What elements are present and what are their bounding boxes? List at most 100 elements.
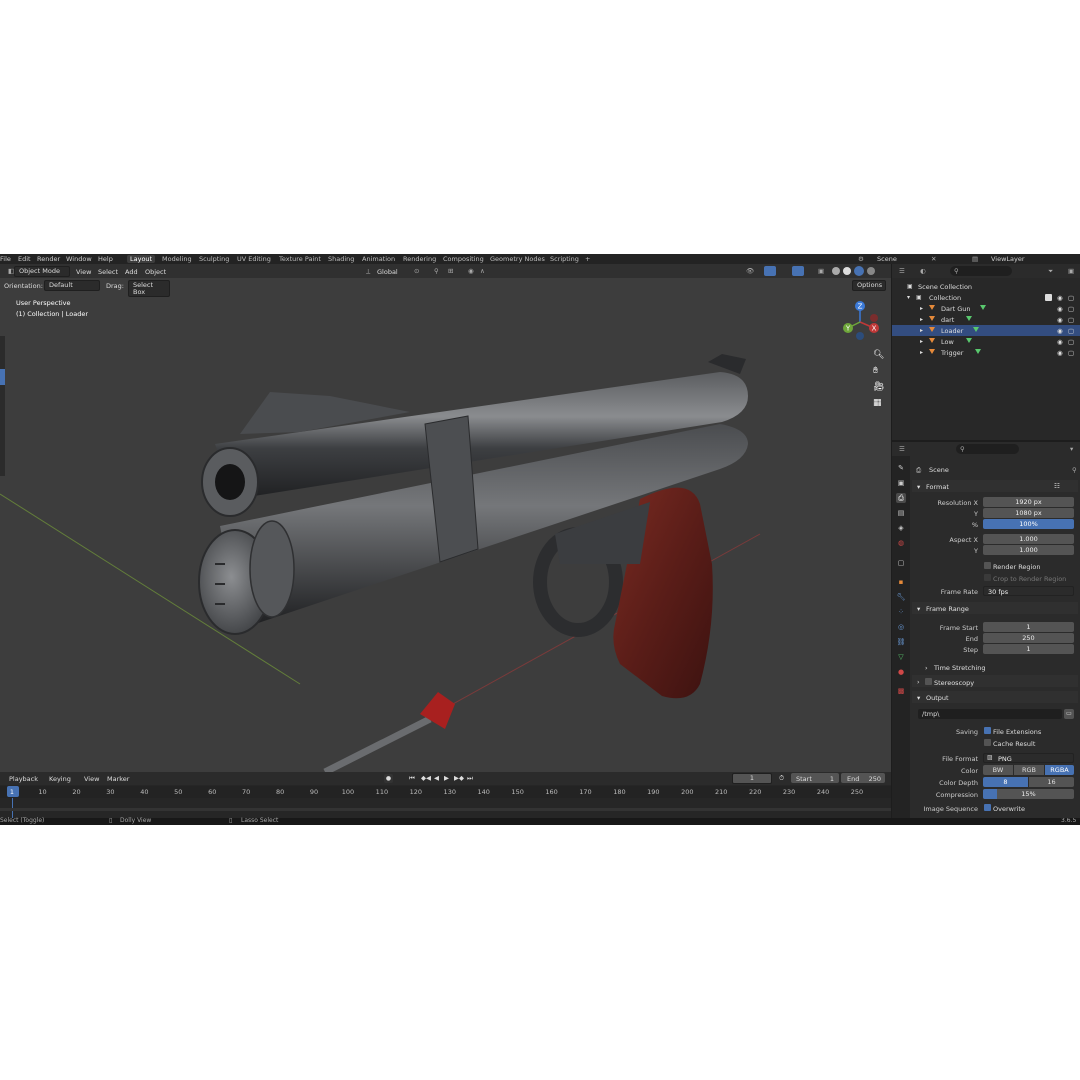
color-rgb-button[interactable]: RGB xyxy=(1014,765,1044,775)
file-extensions-checkbox[interactable] xyxy=(984,727,991,734)
editor-type-icon[interactable]: ☰ xyxy=(899,267,905,275)
rendered-shading-icon[interactable] xyxy=(867,267,875,275)
viewlayer-selector[interactable]: ViewLayer xyxy=(991,255,1025,263)
frame-end-field[interactable]: 250 xyxy=(983,633,1074,643)
eye-icon[interactable]: ◉ xyxy=(1057,294,1063,302)
jump-end-icon[interactable]: ⏭ xyxy=(467,774,473,783)
frame-start-field[interactable]: 1 xyxy=(983,622,1074,632)
tab-geometry-nodes[interactable]: Geometry Nodes xyxy=(490,255,545,263)
eye-icon[interactable]: ◉ xyxy=(1057,349,1063,357)
presets-icon[interactable]: ☷ xyxy=(1054,482,1060,490)
scene-icon[interactable]: ⚙ xyxy=(858,255,864,263)
render-region-checkbox[interactable] xyxy=(984,562,991,569)
close-scene-icon[interactable]: ✕ xyxy=(931,255,936,263)
aspect-y-field[interactable]: 1.000 xyxy=(983,545,1074,555)
tab-animation[interactable]: Animation xyxy=(362,255,395,263)
constraints-tab-icon[interactable]: ⛓ xyxy=(896,637,906,647)
particles-tab-icon[interactable]: ⁘ xyxy=(896,607,906,617)
compression-slider[interactable]: 15% xyxy=(983,789,1074,799)
frame-rate-dropdown[interactable]: 30 fps xyxy=(983,586,1074,596)
outliner-row-collection[interactable]: ▾ ▣ Collection ◉ ▢ xyxy=(892,292,1080,303)
outliner-row-trigger[interactable]: ▸ Trigger ◉ ▢ xyxy=(892,347,1080,358)
tab-sculpting[interactable]: Sculpting xyxy=(199,255,229,263)
left-toolbar[interactable] xyxy=(0,336,5,476)
eye-icon[interactable]: ◉ xyxy=(1057,338,1063,346)
tab-compositing[interactable]: Compositing xyxy=(443,255,484,263)
drag-dropdown[interactable]: Select Box xyxy=(128,280,170,297)
eye-icon[interactable]: ◉ xyxy=(1057,327,1063,335)
menu-edit[interactable]: Edit xyxy=(18,255,31,263)
active-tool-button[interactable] xyxy=(0,369,5,385)
viewlayer-icon[interactable]: ▤ xyxy=(972,255,978,263)
transform-orientation-dropdown[interactable]: Global xyxy=(377,268,398,276)
data-tab-icon[interactable]: ▽ xyxy=(896,652,906,662)
tool-tab-icon[interactable]: ✎ xyxy=(896,463,906,473)
scene-selector[interactable]: Scene xyxy=(877,255,897,263)
gizmo-toggle-button[interactable] xyxy=(764,266,776,276)
stereoscopy-checkbox[interactable] xyxy=(925,678,932,685)
menu-object[interactable]: Object xyxy=(145,268,166,276)
texture-tab-icon[interactable]: ▩ xyxy=(896,686,906,696)
visibility-icon[interactable]: 👁 xyxy=(746,267,754,275)
tab-scripting[interactable]: Scripting xyxy=(550,255,579,263)
overlay-toggle-button[interactable] xyxy=(792,266,804,276)
material-shading-icon[interactable] xyxy=(854,266,864,276)
exclude-checkbox[interactable] xyxy=(1045,294,1052,301)
tab-rendering[interactable]: Rendering xyxy=(403,255,436,263)
editor-type-icon[interactable]: ☰ xyxy=(899,445,905,453)
next-keyframe-icon[interactable]: ▶◆ xyxy=(454,774,464,782)
tab-uv-editing[interactable]: UV Editing xyxy=(237,255,271,263)
resolution-percent-field[interactable]: 100% xyxy=(983,519,1074,529)
resolution-x-field[interactable]: 1920 px xyxy=(983,497,1074,507)
play-icon[interactable]: ▶ xyxy=(444,774,449,782)
object-tab-icon[interactable]: ▪ xyxy=(896,577,906,587)
folder-icon[interactable]: ▭ xyxy=(1064,709,1074,719)
navigation-gizmo[interactable]: Z X Y xyxy=(836,298,884,346)
add-workspace-button[interactable]: + xyxy=(585,255,590,263)
proportional-edit-icon[interactable]: ◉ xyxy=(468,267,474,275)
record-button[interactable]: ● xyxy=(384,774,393,783)
tab-layout[interactable]: Layout xyxy=(127,255,156,263)
timeline-scrollbar[interactable] xyxy=(0,808,891,811)
world-tab-icon[interactable]: ◍ xyxy=(896,538,906,548)
render-icon[interactable]: ▢ xyxy=(1068,327,1074,335)
display-mode-icon[interactable]: ◐ xyxy=(920,267,926,275)
prev-keyframe-icon[interactable]: ◆◀ xyxy=(421,774,431,782)
camera-icon[interactable]: 🎥︎ xyxy=(873,382,884,392)
menu-help[interactable]: Help xyxy=(98,255,113,263)
3d-viewport[interactable]: ◧ Object Mode View Select Add Object ⟂ G… xyxy=(0,264,891,772)
render-icon[interactable]: ▢ xyxy=(1068,294,1074,302)
start-frame-field[interactable]: Start 1 xyxy=(791,773,839,783)
crop-region-checkbox[interactable] xyxy=(984,574,991,581)
properties-search-input[interactable] xyxy=(956,444,1019,454)
falloff-icon[interactable]: ∧ xyxy=(480,267,485,275)
jump-start-icon[interactable]: ⏮ xyxy=(409,774,415,783)
chevron-right-icon[interactable]: ▸ xyxy=(920,305,923,312)
frame-ruler[interactable]: 1 10 20 30 40 50 60 70 80 90 100 110 120 130 140 150 160… xyxy=(0,786,891,798)
new-collection-icon[interactable]: ▣ xyxy=(1068,267,1074,275)
chevron-right-icon[interactable]: ▸ xyxy=(920,349,923,356)
color-depth-16-button[interactable]: 16 xyxy=(1029,777,1074,787)
time-stretching-panel-title[interactable]: Time Stretching xyxy=(934,664,985,672)
chevron-down-icon[interactable]: ▾ xyxy=(907,294,910,301)
chevron-down-icon[interactable]: ▾ xyxy=(1070,445,1073,453)
menu-select[interactable]: Select xyxy=(98,268,118,276)
material-tab-icon[interactable]: ● xyxy=(896,667,906,677)
chevron-right-icon[interactable]: › xyxy=(917,678,920,686)
render-icon[interactable]: ▢ xyxy=(1068,338,1074,346)
snap-target-icon[interactable]: ⊞ xyxy=(448,267,453,275)
chevron-down-icon[interactable]: ▾ xyxy=(917,483,920,491)
overwrite-checkbox[interactable] xyxy=(984,804,991,811)
eye-icon[interactable]: ◉ xyxy=(1057,316,1063,324)
outliner-row-low[interactable]: ▸ Low ◉ ▢ xyxy=(892,336,1080,347)
physics-tab-icon[interactable]: ◎ xyxy=(896,622,906,632)
grid-toggle-icon[interactable]: ▦ xyxy=(873,398,882,408)
cache-result-checkbox[interactable] xyxy=(984,739,991,746)
view-layer-tab-icon[interactable]: ▤ xyxy=(896,508,906,518)
menu-file[interactable]: File xyxy=(0,255,11,263)
output-tab-icon[interactable]: ⎙ xyxy=(896,493,906,503)
file-format-dropdown[interactable]: PNG xyxy=(983,753,1074,763)
render-icon[interactable]: ▢ xyxy=(1068,349,1074,357)
zoom-icon[interactable]: 🔍︎ xyxy=(873,350,884,360)
chevron-right-icon[interactable]: ▸ xyxy=(920,316,923,323)
